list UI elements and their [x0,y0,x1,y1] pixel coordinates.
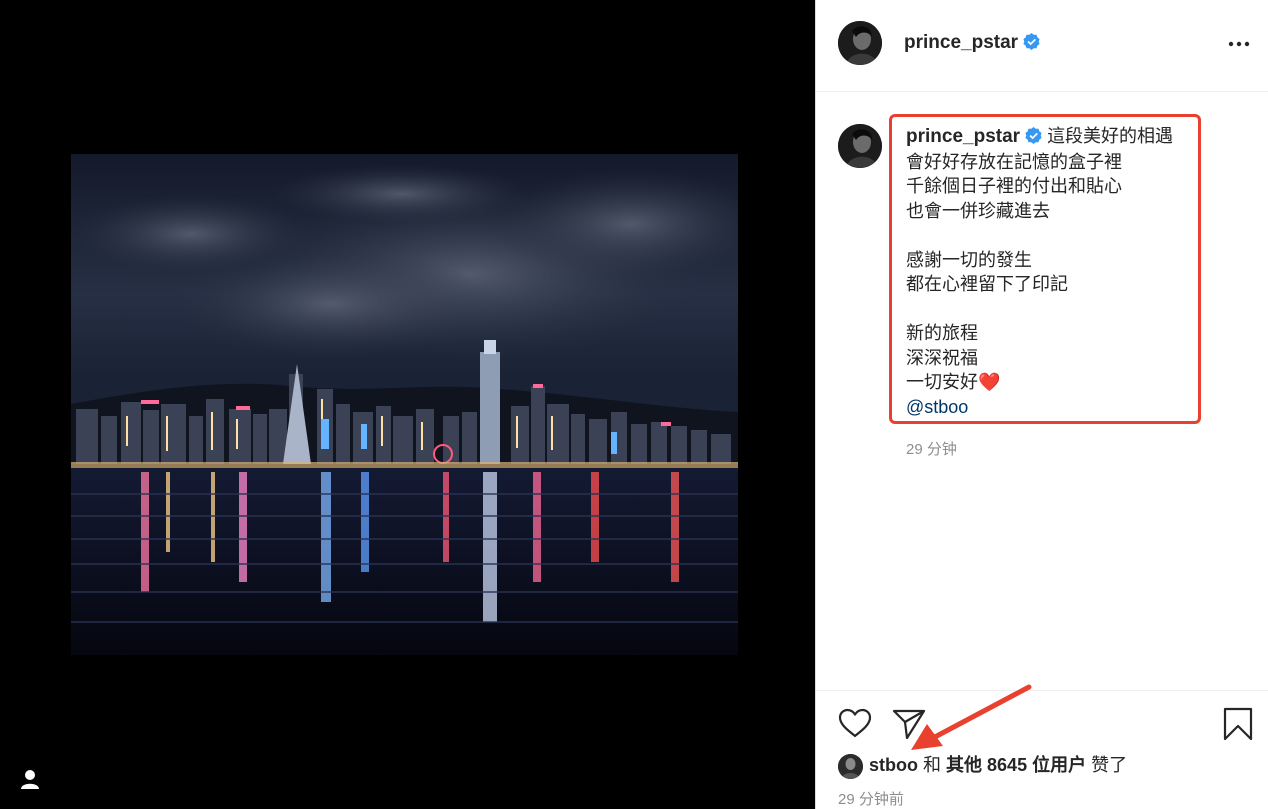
heart-icon[interactable] [838,708,872,738]
caption-text: prince_pstar 這段美好的相遇 會好好存放在記憶的盒子裡 千餘個日子裡… [906,124,1206,419]
paper-plane-icon[interactable] [892,708,926,740]
likes-suffix: 赞了 [1091,755,1128,775]
likes-summary: stboo 和 其他 8645 位用户 赞了 [838,751,1127,779]
bookmark-icon[interactable] [1223,707,1253,741]
author-username[interactable]: prince_pstar [904,32,1040,54]
media-pane [0,0,815,809]
post-side-panel: prince_pstar prince_pstar 這段美好的相遇 會好好存放在… [815,0,1268,809]
caption-timestamp: 29 分钟 [906,441,957,458]
liker-username[interactable]: stboo [869,755,918,775]
likes-connector: 和 [923,755,942,775]
caption-line-text: 一切安好 [906,372,978,392]
caption-line: 會好好存放在記憶的盒子裡 [906,151,1122,172]
caption-line [906,297,1206,322]
verified-badge-icon [1025,127,1042,144]
caption-line-text: 這段美好的相遇 [1047,126,1174,146]
caption-line: 一切安好❤️ [906,370,1206,395]
post-header: prince_pstar [816,0,1268,92]
mention-link[interactable]: @stboo [906,395,1206,420]
caption-line: prince_pstar 這段美好的相遇 [906,124,1206,150]
user-icon[interactable] [19,768,41,790]
more-options-icon[interactable] [1227,34,1251,54]
post-photo-night-skyline[interactable] [71,154,738,655]
caption-author-avatar[interactable] [838,124,882,168]
caption-line: 千餘個日子裡的付出和貼心 [906,176,1122,196]
likes-others-link[interactable]: 其他 8645 位用户 [946,755,1086,775]
caption-line: 也會一併珍藏進去 [906,200,1050,221]
liker-avatar[interactable] [838,753,863,779]
instagram-post-viewer: prince_pstar prince_pstar 這段美好的相遇 會好好存放在… [0,0,1268,809]
author-username-text[interactable]: prince_pstar [904,32,1018,53]
author-avatar[interactable] [838,21,882,65]
caption-line: 都在心裡留下了印記 [906,274,1068,294]
caption-line: 感謝一切的發生 [906,249,1032,270]
caption-username[interactable]: prince_pstar [906,126,1020,147]
verified-badge-icon [1023,33,1040,50]
heart-emoji: ❤️ [978,372,1001,392]
caption-line [906,223,1206,248]
caption-line: 深深祝福 [906,347,978,368]
post-actions: stboo 和 其他 8645 位用户 赞了 29 分钟前 [816,690,1268,808]
post-timestamp: 29 分钟前 [838,791,904,808]
caption-line: 新的旅程 [906,323,978,343]
